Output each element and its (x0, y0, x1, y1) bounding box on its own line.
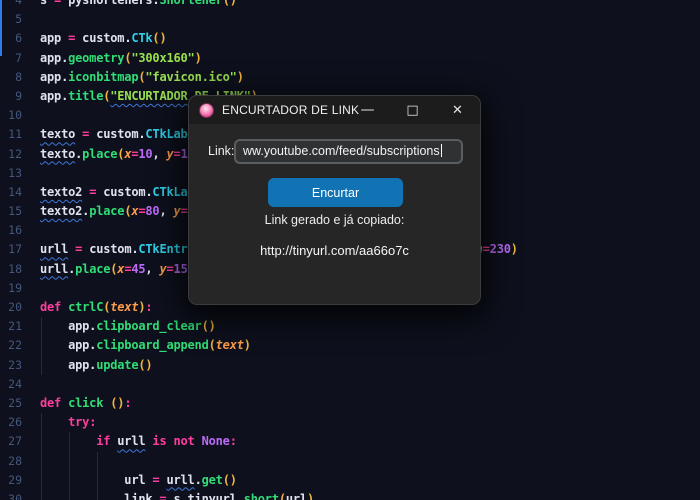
link-input-value: ww.youtube.com/feed/subscriptions (243, 144, 440, 158)
line-number: 14 (0, 183, 22, 202)
window-controls: — □ ✕ (345, 96, 480, 124)
link-label: Link: (208, 144, 234, 158)
editor-screen: 4s = pyshorteners.Shortener()56app = cus… (0, 0, 700, 500)
code-line: 28 (0, 452, 700, 471)
code-line: 8app.iconbitmap("favicon.ico") (0, 68, 700, 87)
line-number: 16 (0, 221, 22, 240)
line-number: 24 (0, 375, 22, 394)
window-titlebar[interactable]: ENCURTADOR DE LINK — □ ✕ (189, 96, 480, 124)
line-number: 4 (0, 0, 22, 10)
code-line: 7app.geometry("300x160") (0, 49, 700, 68)
text-cursor (441, 144, 443, 157)
code-line: 22 app.clipboard_append(text) (0, 336, 700, 355)
line-number: 18 (0, 260, 22, 279)
line-number: 5 (0, 10, 22, 29)
line-number: 10 (0, 106, 22, 125)
line-number: 6 (0, 29, 22, 48)
app-favicon-icon (199, 103, 214, 118)
result-url: http://tinyurl.com/aa66o7c (189, 243, 480, 258)
link-shortener-window: ENCURTADOR DE LINK — □ ✕ Link: ww.youtub… (188, 95, 481, 305)
indent-guide (97, 452, 98, 471)
line-number: 28 (0, 452, 22, 471)
code-line: 21 app.clipboard_clear() (0, 317, 700, 336)
line-number: 17 (0, 240, 22, 259)
code-line: 26 try: (0, 413, 700, 432)
line-number: 29 (0, 471, 22, 490)
close-icon[interactable]: ✕ (435, 96, 480, 124)
indent-guide (69, 452, 70, 471)
line-number: 21 (0, 317, 22, 336)
line-number: 22 (0, 336, 22, 355)
encurtar-button[interactable]: Encurtar (268, 178, 403, 207)
line-number: 27 (0, 432, 22, 451)
line-number: 23 (0, 356, 22, 375)
link-row: Link: ww.youtube.com/feed/subscriptions (189, 139, 480, 164)
code-line: 5 (0, 10, 700, 29)
line-number: 26 (0, 413, 22, 432)
line-number: 9 (0, 87, 22, 106)
code-line: 25def click (): (0, 394, 700, 413)
code-line: 4s = pyshorteners.Shortener() (0, 0, 700, 10)
line-number: 15 (0, 202, 22, 221)
maximize-icon[interactable]: □ (390, 96, 435, 124)
indent-guide (41, 452, 42, 471)
result-caption: Link gerado e já copiado: (189, 213, 480, 227)
code-line: 27 if urll is not None: (0, 432, 700, 451)
code-line: 24 (0, 375, 700, 394)
code-line: 29 url = urll.get() (0, 471, 700, 490)
code-line: 23 app.update() (0, 356, 700, 375)
line-number: 8 (0, 68, 22, 87)
line-number: 11 (0, 125, 22, 144)
line-number: 13 (0, 164, 22, 183)
line-number: 30 (0, 490, 22, 500)
line-number: 20 (0, 298, 22, 317)
code-line: 30 link = s.tinyurl.short(url) (0, 490, 700, 500)
window-body: Link: ww.youtube.com/feed/subscriptions … (189, 124, 480, 305)
link-input[interactable]: ww.youtube.com/feed/subscriptions (234, 139, 463, 164)
line-number: 19 (0, 279, 22, 298)
line-number: 7 (0, 49, 22, 68)
line-number: 12 (0, 145, 22, 164)
code-line: 6app = custom.CTk() (0, 29, 700, 48)
window-title: ENCURTADOR DE LINK (222, 103, 359, 117)
line-number: 25 (0, 394, 22, 413)
minimize-icon[interactable]: — (345, 96, 390, 124)
